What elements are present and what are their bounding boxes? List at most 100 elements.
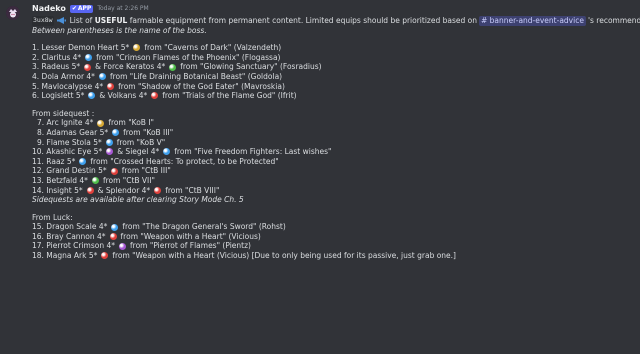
item-name: 14. Insight 5* bbox=[32, 185, 83, 195]
permanent-list: 1. Lesser Demon Heart 5* from "Caverns of… bbox=[32, 43, 634, 101]
list-item: 4. Dola Armor 4* from "Life Draining Bota… bbox=[32, 72, 634, 82]
intro-bold: USEFUL bbox=[94, 16, 128, 25]
username[interactable]: Nadeko bbox=[32, 5, 66, 13]
item-name: 18. Magna Ark 5* bbox=[32, 251, 98, 261]
item-name: 10. Akashic Eye 5* bbox=[32, 147, 103, 157]
bot-avatar-icon bbox=[6, 6, 20, 20]
element-orb-icon bbox=[101, 252, 109, 260]
list-item: 11. Raaz 5* from "Crossed Hearts: To prot… bbox=[32, 157, 634, 167]
element-orb-icon bbox=[110, 167, 118, 175]
element-orb-icon bbox=[109, 233, 117, 241]
element-orb-icon bbox=[79, 158, 87, 166]
item-source: from "Life Draining Botanical Beast" (Go… bbox=[109, 71, 283, 81]
item-name: 1. Lesser Demon Heart 5* bbox=[32, 43, 130, 53]
item-source: from "Weapon with a Heart" (Vicious) bbox=[120, 231, 261, 241]
item-source: from "Pierrot of Flames" (Pientz) bbox=[130, 241, 251, 251]
item-source: from "Trials of the Flame God" (Ifrit) bbox=[162, 91, 297, 101]
list-item: 12. Grand Destin 5* from "CtB III" bbox=[32, 166, 634, 176]
sidequest-note: Sidequests are available after clearing … bbox=[32, 195, 244, 205]
item-name: 5. Mavlocalypse 4* bbox=[32, 81, 104, 91]
element-orb-icon bbox=[97, 119, 105, 127]
list-item: 6. Logislett 5* & Volkans 4* from "Trials … bbox=[32, 91, 634, 101]
check-icon: ✔ bbox=[71, 5, 77, 12]
element-orb-icon bbox=[169, 63, 177, 71]
item-name-2: & Volkans 4* bbox=[99, 91, 148, 101]
item-name: 15. Dragon Scale 4* bbox=[32, 222, 108, 232]
item-source: from "KoB V" bbox=[116, 137, 166, 147]
item-source: from "Glowing Sanctuary" (Fosradius) bbox=[180, 62, 322, 72]
item-name: 8. Adamas Gear 5* bbox=[37, 127, 109, 137]
item-source: from "Five Freedom Fighters: Last wishes… bbox=[174, 147, 332, 157]
luck-heading: From Luck: bbox=[32, 212, 73, 222]
item-source: from "The Dragon General's Sword" (Rohst… bbox=[122, 222, 286, 232]
megaphone-icon bbox=[56, 17, 66, 25]
item-source: from "Shadow of the God Eater" (Mavroski… bbox=[118, 81, 285, 91]
list-item: 18. Magna Ark 5* from "Weapon with a Hear… bbox=[32, 251, 634, 261]
list-item: 17. Pierrot Crimson 4* from "Pierrot of F… bbox=[32, 241, 634, 251]
item-name: 17. Pierrot Crimson 4* bbox=[32, 241, 116, 251]
item-name: 16. Bray Cannon 4* bbox=[32, 231, 106, 241]
item-source: from "Crimson Flames of the Phoenix" (Fl… bbox=[96, 52, 281, 62]
element-orb-icon bbox=[91, 177, 99, 185]
element-orb-icon bbox=[105, 138, 113, 146]
app-badge-label: APP bbox=[77, 5, 92, 12]
item-source: from "Crossed Hearts: To protect, to be … bbox=[90, 156, 279, 166]
inline-code: 3ux8w bbox=[32, 16, 54, 26]
list-item: 2. Claritus 4* from "Crimson Flames of th… bbox=[32, 53, 634, 63]
avatar[interactable] bbox=[6, 6, 20, 20]
element-orb-icon bbox=[111, 223, 119, 231]
message-header: Nadeko ✔ APP Today at 2:26 PM bbox=[32, 4, 149, 14]
list-item: 1. Lesser Demon Heart 5* from "Caverns of… bbox=[32, 43, 634, 53]
element-orb-icon bbox=[84, 63, 92, 71]
item-name: 7. Arc Ignite 4* bbox=[37, 118, 94, 128]
intro-end: 's recommendations. bbox=[587, 16, 640, 25]
list-item: 10. Akashic Eye 5* & Siegel 4* from "Five … bbox=[32, 147, 634, 157]
list-item: 13. Betzfald 4* from "CtB VII" bbox=[32, 176, 634, 186]
intro-text: List of bbox=[69, 16, 93, 25]
channel-mention[interactable]: # banner-and-event-advice bbox=[478, 16, 586, 26]
element-orb-icon bbox=[133, 44, 141, 52]
sidequest-list: 7. Arc Ignite 4* from "KoB I" 8. Adamas Ge… bbox=[32, 118, 634, 195]
chat-message: Nadeko ✔ APP Today at 2:26 PM 3ux8w List… bbox=[0, 0, 640, 354]
list-item: 15. Dragon Scale 4* from "The Dragon Gene… bbox=[32, 222, 634, 232]
item-source: from "CtB III" bbox=[121, 166, 171, 176]
item-name-2: & Siegel 4* bbox=[117, 147, 160, 157]
item-name-2: & Force Keratos 4* bbox=[95, 62, 166, 72]
item-name: 3. Radeus 5* bbox=[32, 62, 81, 72]
item-name: 9. Flame Stola 5* bbox=[37, 137, 102, 147]
item-name-2: & Splendor 4* bbox=[97, 185, 151, 195]
element-orb-icon bbox=[107, 82, 115, 90]
element-orb-icon bbox=[119, 242, 127, 250]
item-name: 11. Raaz 5* bbox=[32, 156, 76, 166]
item-source: from "CtB VIII" bbox=[165, 185, 220, 195]
list-item: 7. Arc Ignite 4* from "KoB I" bbox=[32, 118, 634, 128]
item-name: 6. Logislett 5* bbox=[32, 91, 85, 101]
element-orb-icon bbox=[112, 129, 120, 137]
item-source: from "KoB I" bbox=[108, 118, 154, 128]
intro-text-2: farmable equipment from permanent conten… bbox=[129, 16, 477, 25]
element-orb-icon bbox=[151, 92, 159, 100]
item-source: from "Caverns of Dark" (Valzendeth) bbox=[144, 43, 282, 53]
item-source: from "Weapon with a Heart (Vicious) [Due… bbox=[112, 251, 456, 261]
list-item: 8. Adamas Gear 5* from "KoB III" bbox=[32, 128, 634, 138]
sidequest-heading: From sidequest : bbox=[32, 108, 95, 118]
item-name: 12. Grand Destin 5* bbox=[32, 166, 107, 176]
element-orb-icon bbox=[85, 54, 93, 62]
luck-list: 15. Dragon Scale 4* from "The Dragon Gene… bbox=[32, 222, 634, 260]
app-badge: ✔ APP bbox=[69, 5, 94, 13]
item-name: 2. Claritus 4* bbox=[32, 52, 82, 62]
message-content: 3ux8w List of USEFUL farmable equipment … bbox=[32, 16, 640, 261]
timestamp: Today at 2:26 PM bbox=[97, 5, 149, 12]
list-item: 9. Flame Stola 5* from "KoB V" bbox=[32, 138, 634, 148]
list-item: 16. Bray Cannon 4* from "Weapon with a He… bbox=[32, 232, 634, 242]
item-name: 4. Dola Armor 4* bbox=[32, 71, 95, 81]
element-orb-icon bbox=[163, 148, 171, 156]
element-orb-icon bbox=[106, 148, 114, 156]
list-item: 3. Radeus 5* & Force Keratos 4* from "Glow… bbox=[32, 62, 634, 72]
item-source: from "KoB III" bbox=[123, 127, 174, 137]
intro-line: 3ux8w List of USEFUL farmable equipment … bbox=[32, 16, 640, 26]
item-name: 13. Betzfald 4* bbox=[32, 175, 88, 185]
element-orb-icon bbox=[98, 73, 106, 81]
element-orb-icon bbox=[86, 186, 94, 194]
element-orb-icon bbox=[88, 92, 96, 100]
